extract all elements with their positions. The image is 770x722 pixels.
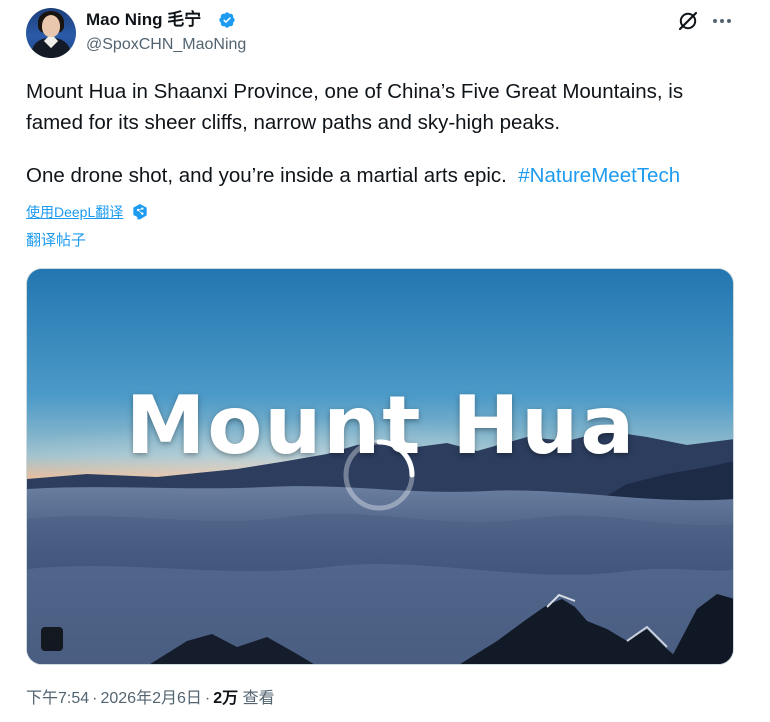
loading-spinner-icon <box>343 439 415 511</box>
author-handle[interactable]: @SpoxCHN_MaoNing <box>86 35 246 55</box>
tweet-time[interactable]: 下午7:54 <box>26 690 89 707</box>
deepl-translate-link[interactable]: 使用DeepL翻译 <box>26 202 123 222</box>
tweet-text: Mount Hua in Shaanxi Province, one of Ch… <box>26 76 746 191</box>
media-badge <box>41 627 63 651</box>
tweet-text-paragraph: One drone shot, and you’re inside a mart… <box>26 160 746 191</box>
hashtag-link[interactable]: #NatureMeetTech <box>518 164 680 187</box>
tweet-meta: 下午7:54 · 2026年2月6日 · 2万 查看 <box>26 688 275 710</box>
more-icon[interactable] <box>710 9 734 33</box>
avatar-face <box>42 15 60 37</box>
tweet-text-line: famed for its sheer cliffs, narrow paths… <box>26 111 561 134</box>
meta-separator: · <box>92 690 98 707</box>
meta-separator: · <box>204 690 211 707</box>
grok-icon[interactable] <box>676 9 700 33</box>
author-display-name[interactable]: Mao Ning 毛宁 <box>86 9 201 31</box>
views-label: 查看 <box>242 690 275 707</box>
avatar[interactable] <box>26 8 76 58</box>
verified-badge-icon <box>219 12 235 28</box>
translate-post-link[interactable]: 翻译帖子 <box>26 231 86 251</box>
tweet: Mao Ning 毛宁 @SpoxCHN_MaoNing Mount Hua i… <box>0 0 770 722</box>
views-count: 2万 <box>213 690 239 707</box>
tweet-text-line: One drone shot, and you’re inside a mart… <box>26 164 507 187</box>
deepl-icon <box>133 204 147 220</box>
tweet-date[interactable]: 2026年2月6日 <box>100 690 201 707</box>
tweet-text-line: Mount Hua in Shaanxi Province, one of Ch… <box>26 80 684 103</box>
media-video[interactable]: Mount Hua <box>26 268 734 665</box>
